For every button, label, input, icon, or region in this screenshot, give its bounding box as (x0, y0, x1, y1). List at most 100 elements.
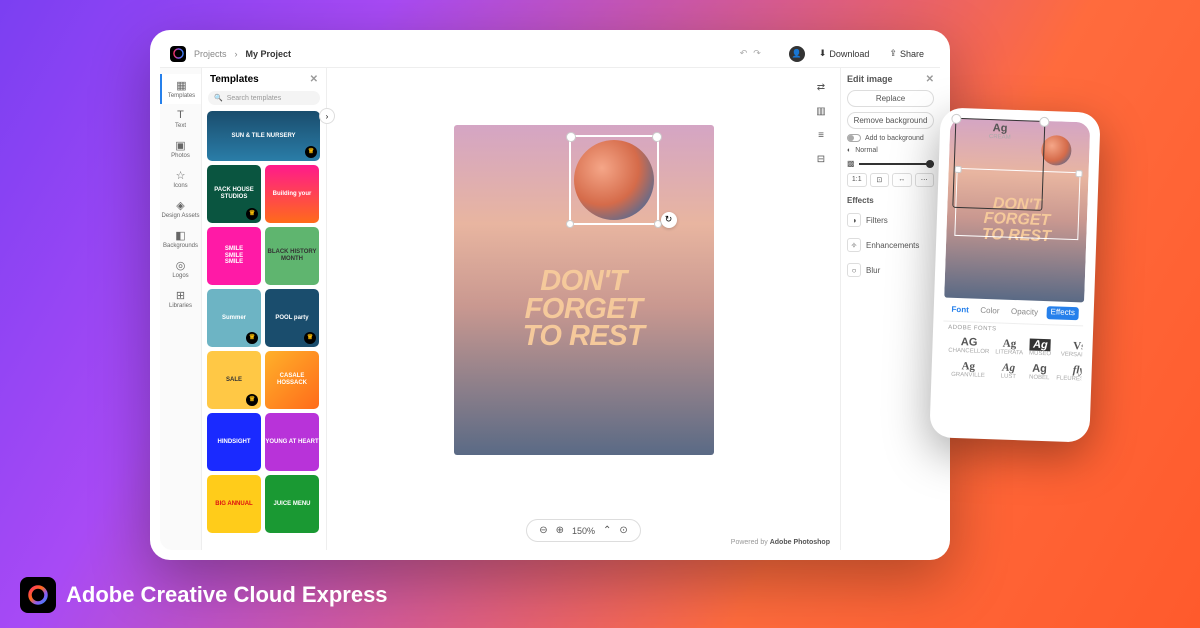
rail-icons[interactable]: ☆Icons (160, 164, 201, 194)
download-icon: ⬇ (819, 48, 827, 59)
avatar[interactable]: 👤 (789, 46, 805, 62)
add-to-background-toggle[interactable]: Add to background (847, 134, 934, 142)
breadcrumb-current[interactable]: My Project (246, 49, 292, 59)
template-card[interactable]: BIG ANNUAL (207, 475, 261, 533)
fit-icon[interactable]: ⊙ (619, 525, 627, 536)
libraries-icon: ⊞ (175, 289, 187, 301)
template-card[interactable]: Summer♕ (207, 289, 261, 347)
tab-opacity[interactable]: Opacity (1008, 305, 1042, 319)
effects-heading: Effects (847, 196, 934, 205)
tab-font[interactable]: Font (948, 303, 972, 317)
template-card[interactable]: POOL party♕ (265, 289, 319, 347)
template-card[interactable]: JUICE MENU (265, 475, 319, 533)
font-option[interactable]: AgGRANVILLE (945, 358, 991, 382)
search-input[interactable]: 🔍Search templates (208, 91, 320, 105)
close-icon[interactable]: ✕ (310, 74, 318, 85)
blend-icon: ◐ (847, 147, 851, 154)
enhancements-button[interactable]: ✧Enhancements (847, 235, 934, 255)
enhancements-icon: ✧ (847, 238, 861, 252)
canvas-area: › ↻ DON'T FORGET TO REST ⇄ ▥ ≡ ⊟ ⊖ ⊕ 150… (327, 68, 840, 550)
topbar: Projects › My Project ↶ ↷ 👤 ⬇Download ⇪S… (160, 40, 940, 68)
chevron-up-icon[interactable]: ⌃ (603, 525, 611, 536)
template-card[interactable]: SUN & TILE NURSERY♕ (207, 111, 320, 161)
swap-icon[interactable]: ⇄ (812, 78, 830, 96)
left-rail: ▦Templates TText ▣Photos ☆Icons ◈Design … (160, 68, 202, 550)
opacity-slider[interactable]: ▩ (847, 159, 934, 168)
edit-image-panel: Edit image ✕ Replace Remove background Ad… (840, 68, 940, 550)
template-card[interactable]: CASALE HOSSACK (265, 351, 319, 409)
filters-icon: ◑ (847, 213, 861, 227)
blur-icon: ○ (847, 263, 861, 277)
tab-effects[interactable]: Effects (1046, 306, 1079, 320)
adjust-icon[interactable]: ⊟ (812, 150, 830, 168)
zoom-control: ⊖ ⊕ 150% ⌃ ⊙ (526, 519, 641, 542)
expand-panel-icon[interactable]: › (319, 108, 335, 124)
template-card[interactable]: Building your (265, 165, 319, 223)
backgrounds-icon: ◧ (175, 229, 187, 241)
font-option[interactable]: AgMUSEO (1027, 336, 1054, 359)
font-option[interactable]: VsVERSAILLES (1055, 337, 1090, 361)
breadcrumb-root[interactable]: Projects (194, 49, 227, 59)
templates-panel: Templates✕ 🔍Search templates SUN & TILE … (202, 68, 327, 550)
blur-button[interactable]: ○Blur (847, 260, 934, 280)
context-toolbar: ⇄ ▥ ≡ ⊟ (812, 78, 830, 168)
search-icon: 🔍 (214, 94, 223, 102)
app-logo (170, 46, 186, 62)
templates-icon: ▦ (176, 79, 188, 91)
filters-button[interactable]: ◑Filters (847, 210, 934, 230)
flip-button[interactable]: ↔ (892, 173, 912, 187)
share-icon: ⇪ (889, 48, 897, 59)
align-icon[interactable]: ≡ (812, 126, 830, 144)
poster-canvas[interactable]: ↻ DON'T FORGET TO REST (454, 125, 714, 455)
brand-footer: Adobe Creative Cloud Express (20, 577, 388, 613)
rail-logos[interactable]: ◎Logos (160, 254, 201, 284)
selection-box[interactable] (954, 168, 1080, 240)
rail-templates[interactable]: ▦Templates (160, 74, 201, 104)
premium-badge-icon: ♕ (246, 208, 258, 220)
orb-image (1041, 135, 1072, 166)
brand-name: Adobe Creative Cloud Express (66, 582, 388, 608)
layers-icon[interactable]: ▥ (812, 102, 830, 120)
more-button[interactable]: ⋯ (915, 173, 935, 187)
close-icon[interactable]: ✕ (926, 74, 934, 85)
template-card[interactable]: PACK HOUSE STUDIOS♕ (207, 165, 261, 223)
orb-image[interactable] (574, 140, 654, 220)
share-button[interactable]: ⇪Share (883, 46, 930, 61)
tab-color[interactable]: Color (977, 304, 1003, 318)
phone-canvas[interactable]: DON'T FORGET TO REST (944, 118, 1090, 303)
redo-icon[interactable]: ↷ (753, 48, 761, 59)
undo-icon[interactable]: ↶ (740, 48, 748, 59)
remove-background-button[interactable]: Remove background (847, 112, 934, 129)
template-card[interactable]: SMILESMILESMILE (207, 227, 261, 285)
replace-button[interactable]: Replace (847, 90, 934, 107)
zoom-in-icon[interactable]: ⊕ (556, 525, 564, 536)
font-option[interactable]: AGCHANCELLOR (946, 334, 992, 358)
font-option[interactable]: AgNOBEL (1026, 360, 1053, 383)
font-option[interactable]: flyFLEURESCENT (1054, 361, 1090, 385)
download-button[interactable]: ⬇Download (813, 46, 876, 61)
font-option[interactable]: AgLITERATA (993, 335, 1026, 358)
rotate-reset-icon[interactable]: ↻ (661, 212, 677, 228)
zoom-out-icon[interactable]: ⊖ (539, 525, 547, 536)
crop-button[interactable]: ⊡ (870, 173, 890, 187)
zoom-level[interactable]: 150% (572, 526, 595, 536)
aspect-button[interactable]: 1:1 (847, 173, 867, 187)
template-card[interactable]: YOUNG AT HEART (265, 413, 319, 471)
rail-backgrounds[interactable]: ◧Backgrounds (160, 224, 201, 254)
edit-panel-title: Edit image (847, 74, 893, 85)
rail-design-assets[interactable]: ◈Design Assets (160, 194, 201, 224)
font-option[interactable]: AgLUST (992, 359, 1025, 382)
rail-photos[interactable]: ▣Photos (160, 134, 201, 164)
breadcrumb-sep: › (235, 49, 238, 59)
blend-mode-select[interactable]: ◐Normal (847, 147, 934, 154)
rail-libraries[interactable]: ⊞Libraries (160, 284, 201, 314)
powered-by: Powered by Adobe Photoshop (731, 539, 830, 546)
brand-logo-icon (20, 577, 56, 613)
template-card[interactable]: SALE♕ (207, 351, 261, 409)
template-card[interactable]: HINDSIGHT (207, 413, 261, 471)
premium-badge-icon: ♕ (305, 146, 317, 158)
poster-text[interactable]: DON'T FORGET TO REST (523, 268, 645, 351)
template-card[interactable]: BLACK HISTORY MONTH (265, 227, 319, 285)
premium-badge-icon: ♕ (246, 394, 258, 406)
rail-text[interactable]: TText (160, 104, 201, 134)
